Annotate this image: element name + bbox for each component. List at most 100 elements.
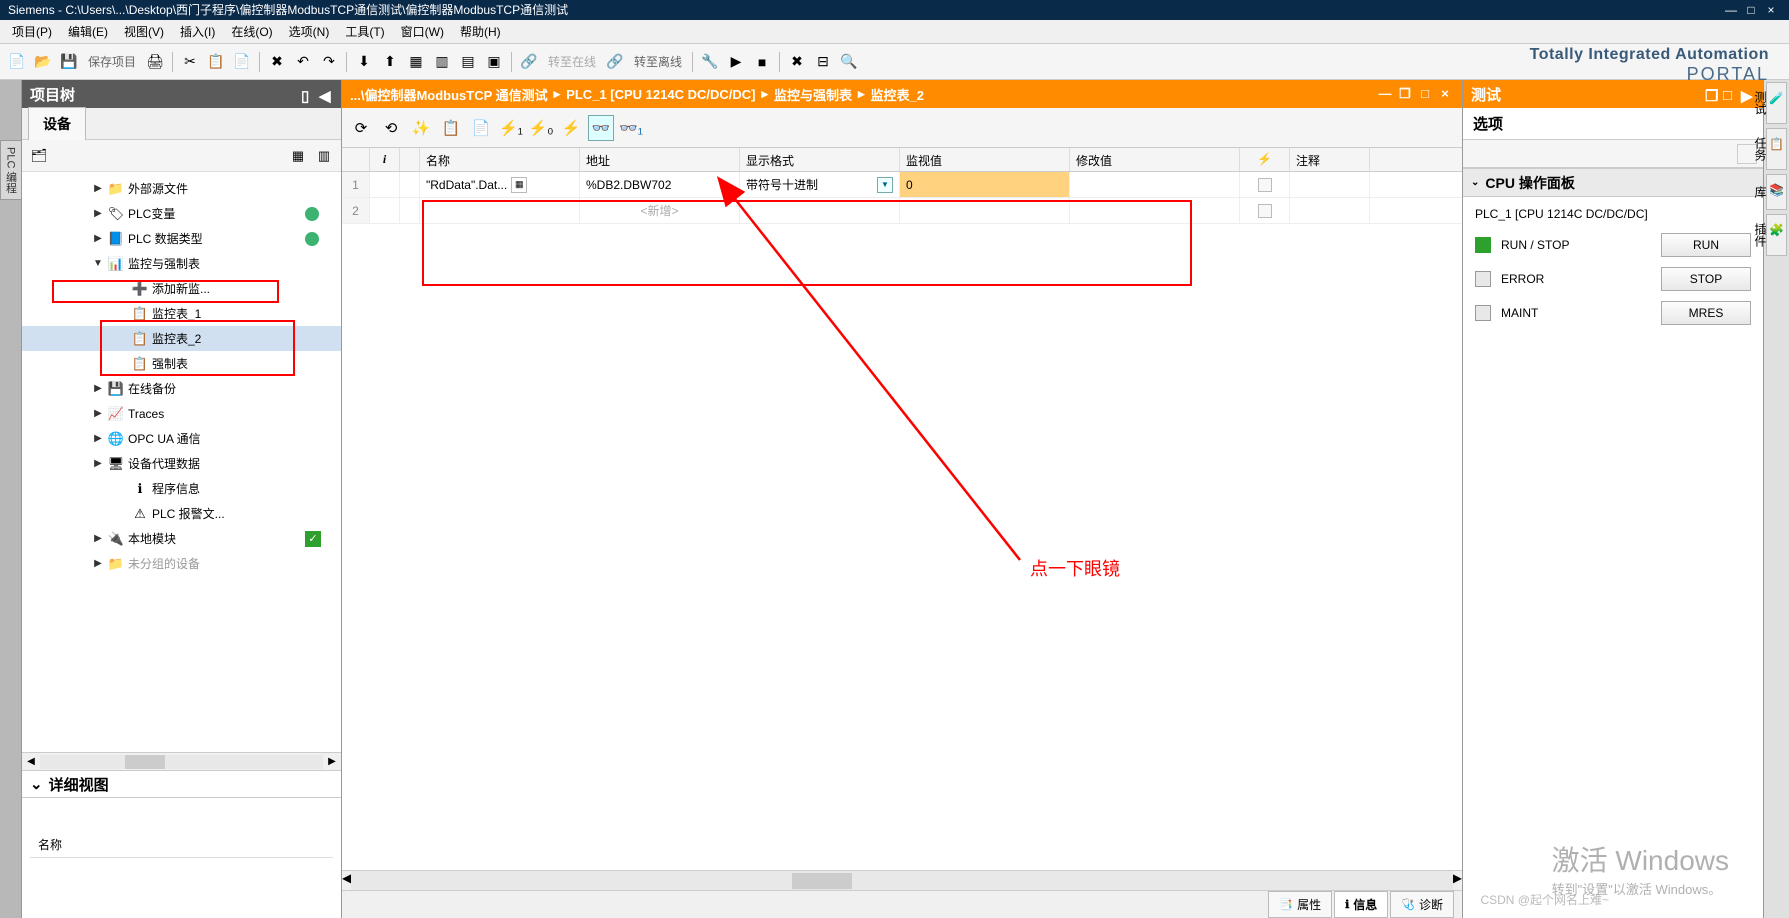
wt-icon-4[interactable]: 📋 xyxy=(438,115,464,141)
scroll-thumb[interactable] xyxy=(792,873,852,889)
tab-diagnostics[interactable]: 🩺诊断 xyxy=(1390,891,1454,918)
tree-tb-icon[interactable]: 🗂 xyxy=(28,145,50,167)
wt-icon-5[interactable]: 📄 xyxy=(468,115,494,141)
cell-modify-value[interactable] xyxy=(1070,172,1240,197)
menu-help[interactable]: 帮助(H) xyxy=(452,23,509,40)
menu-view[interactable]: 视图(V) xyxy=(116,23,172,40)
scroll-left-icon[interactable]: ◀ xyxy=(22,756,40,767)
col-flash[interactable]: ⚡ xyxy=(1240,148,1290,171)
devices-tab[interactable]: 设备 xyxy=(28,107,86,141)
col-format[interactable]: 显示格式 xyxy=(740,148,900,171)
wt-icon-3[interactable]: ✨ xyxy=(408,115,434,141)
tb-misc-5[interactable]: ⊟ xyxy=(812,51,834,73)
tree-watch-table-1[interactable]: 📋监控表_1 xyxy=(22,301,341,326)
wt-icon-8[interactable]: ⚡ xyxy=(558,115,584,141)
pane-collapse-icon[interactable]: ◀ xyxy=(319,87,333,101)
cell-comment[interactable] xyxy=(1290,172,1370,197)
menu-edit[interactable]: 编辑(E) xyxy=(60,23,116,40)
undo-icon[interactable]: ↶ xyxy=(292,51,314,73)
tree-plc-data-types[interactable]: ▶📘PLC 数据类型 xyxy=(22,226,341,251)
tree-hscrollbar[interactable]: ◀ ▶ xyxy=(22,752,341,770)
tree-external-sources[interactable]: ▶📁外部源文件 xyxy=(22,176,341,201)
checkbox[interactable] xyxy=(1258,178,1272,192)
tree-local-modules[interactable]: ▶🔌本地模块✓ xyxy=(22,526,341,551)
print-icon[interactable]: 🖨 xyxy=(144,51,166,73)
tree-plc-alarms[interactable]: ⚠PLC 报警文... xyxy=(22,501,341,526)
col-address[interactable]: 地址 xyxy=(580,148,740,171)
tb-misc-3[interactable]: ■ xyxy=(751,51,773,73)
modify-once-icon[interactable]: ⚡₁ xyxy=(498,115,524,141)
tree-online-backup[interactable]: ▶💾在线备份 xyxy=(22,376,341,401)
project-tree[interactable]: ▶📁外部源文件 ▶🏷PLC变量 ▶📘PLC 数据类型 ▼📊监控与强制表 ➕添加新… xyxy=(22,172,341,752)
go-online-label[interactable]: 转至在线 xyxy=(542,53,602,70)
tree-watch-force[interactable]: ▼📊监控与强制表 xyxy=(22,251,341,276)
go-online-icon[interactable]: 🔗 xyxy=(518,51,540,73)
pane-icon-2[interactable]: □ xyxy=(1723,87,1737,101)
editor-minimize-icon[interactable]: — xyxy=(1376,86,1394,102)
tab-properties[interactable]: 📑属性 xyxy=(1268,891,1332,918)
tree-force-table[interactable]: 📋强制表 xyxy=(22,351,341,376)
tree-view-icon-1[interactable]: ▦ xyxy=(287,145,309,167)
copy-icon[interactable]: 📋 xyxy=(205,51,227,73)
menu-options[interactable]: 选项(N) xyxy=(281,23,338,40)
menu-online[interactable]: 在线(O) xyxy=(223,23,280,40)
wt-icon-1[interactable]: ⟳ xyxy=(348,115,374,141)
cell-format[interactable]: 带符号十进制▼ xyxy=(740,172,900,197)
checkbox[interactable] xyxy=(1258,204,1272,218)
cut-icon[interactable]: ✂ xyxy=(179,51,201,73)
wt-icon-2[interactable]: ⟲ xyxy=(378,115,404,141)
col-modify-value[interactable]: 修改值 xyxy=(1070,148,1240,171)
grid-row-1[interactable]: 1 "RdData".Dat...▦ %DB2.DBW702 带符号十进制▼ 0 xyxy=(342,172,1462,198)
scroll-right-icon[interactable]: ▶ xyxy=(1453,871,1462,890)
crumb-table[interactable]: 监控表_2 xyxy=(871,85,924,104)
save-project-label[interactable]: 保存项目 xyxy=(82,53,142,70)
close-button[interactable]: × xyxy=(1761,0,1781,20)
tree-program-info[interactable]: ℹ程序信息 xyxy=(22,476,341,501)
tree-view-icon-2[interactable]: ▥ xyxy=(313,145,335,167)
tree-traces[interactable]: ▶📈Traces xyxy=(22,401,341,426)
cell-flash[interactable] xyxy=(1240,172,1290,197)
sidetab-test[interactable]: 🧪测试 xyxy=(1766,82,1787,124)
menu-insert[interactable]: 插入(I) xyxy=(172,23,223,40)
detail-view-header[interactable]: ⌄ 详细视图 xyxy=(22,770,341,798)
crumb-project[interactable]: ...\偏控制器ModbusTCP 通信测试 xyxy=(350,85,548,104)
sidetab-libraries[interactable]: 📚库 xyxy=(1766,174,1787,210)
download-icon[interactable]: ⬆ xyxy=(379,51,401,73)
tb-icon-2[interactable]: ▥ xyxy=(431,51,453,73)
delete-icon[interactable]: ✖ xyxy=(266,51,288,73)
tree-add-watch[interactable]: ➕添加新监... xyxy=(22,276,341,301)
menu-window[interactable]: 窗口(W) xyxy=(393,23,452,40)
editor-hscrollbar[interactable]: ◀ ▶ xyxy=(342,870,1462,890)
pane-pin-icon[interactable]: ▯ xyxy=(301,87,315,101)
editor-restore-icon[interactable]: ❐ xyxy=(1396,86,1414,102)
tb-misc-1[interactable]: 🔧 xyxy=(699,51,721,73)
tree-device-proxy[interactable]: ▶🖥设备代理数据 xyxy=(22,451,341,476)
sidetab-plc-programming[interactable]: PLC 编程 xyxy=(0,140,22,200)
sidetab-addins[interactable]: 🧩插件 xyxy=(1766,214,1787,256)
mres-button[interactable]: MRES xyxy=(1661,301,1751,325)
cell-address[interactable]: %DB2.DBW702 xyxy=(580,172,740,197)
scroll-right-icon[interactable]: ▶ xyxy=(323,756,341,767)
menu-tools[interactable]: 工具(T) xyxy=(337,23,392,40)
crumb-plc[interactable]: PLC_1 [CPU 1214C DC/DC/DC] xyxy=(566,87,755,102)
cell-address-new[interactable]: <新增> xyxy=(580,198,740,223)
save-icon[interactable]: 💾 xyxy=(58,51,80,73)
monitor-all-icon[interactable]: 👓 xyxy=(588,115,614,141)
paste-icon[interactable]: 📄 xyxy=(231,51,253,73)
left-sidetab[interactable]: PLC 编程 xyxy=(0,80,22,918)
tree-plc-tags[interactable]: ▶🏷PLC变量 xyxy=(22,201,341,226)
tab-info[interactable]: ℹ信息 xyxy=(1334,891,1388,918)
tag-browse-icon[interactable]: ▦ xyxy=(511,177,527,193)
cell-name[interactable]: "RdData".Dat...▦ xyxy=(420,172,580,197)
minimize-button[interactable]: — xyxy=(1721,0,1741,20)
tree-ungrouped[interactable]: ▶📁未分组的设备 xyxy=(22,551,341,576)
pane-icon-1[interactable]: ❐ xyxy=(1705,87,1719,101)
tb-icon-1[interactable]: ▦ xyxy=(405,51,427,73)
scroll-left-icon[interactable]: ◀ xyxy=(342,871,351,890)
run-button[interactable]: RUN xyxy=(1661,233,1751,257)
new-project-icon[interactable]: 📄 xyxy=(6,51,28,73)
monitor-once-icon[interactable]: 👓₁ xyxy=(618,115,644,141)
tree-watch-table-2[interactable]: 📋监控表_2 xyxy=(22,326,341,351)
sidetab-tasks[interactable]: 📋任务 xyxy=(1766,128,1787,170)
compile-icon[interactable]: ⬇ xyxy=(353,51,375,73)
